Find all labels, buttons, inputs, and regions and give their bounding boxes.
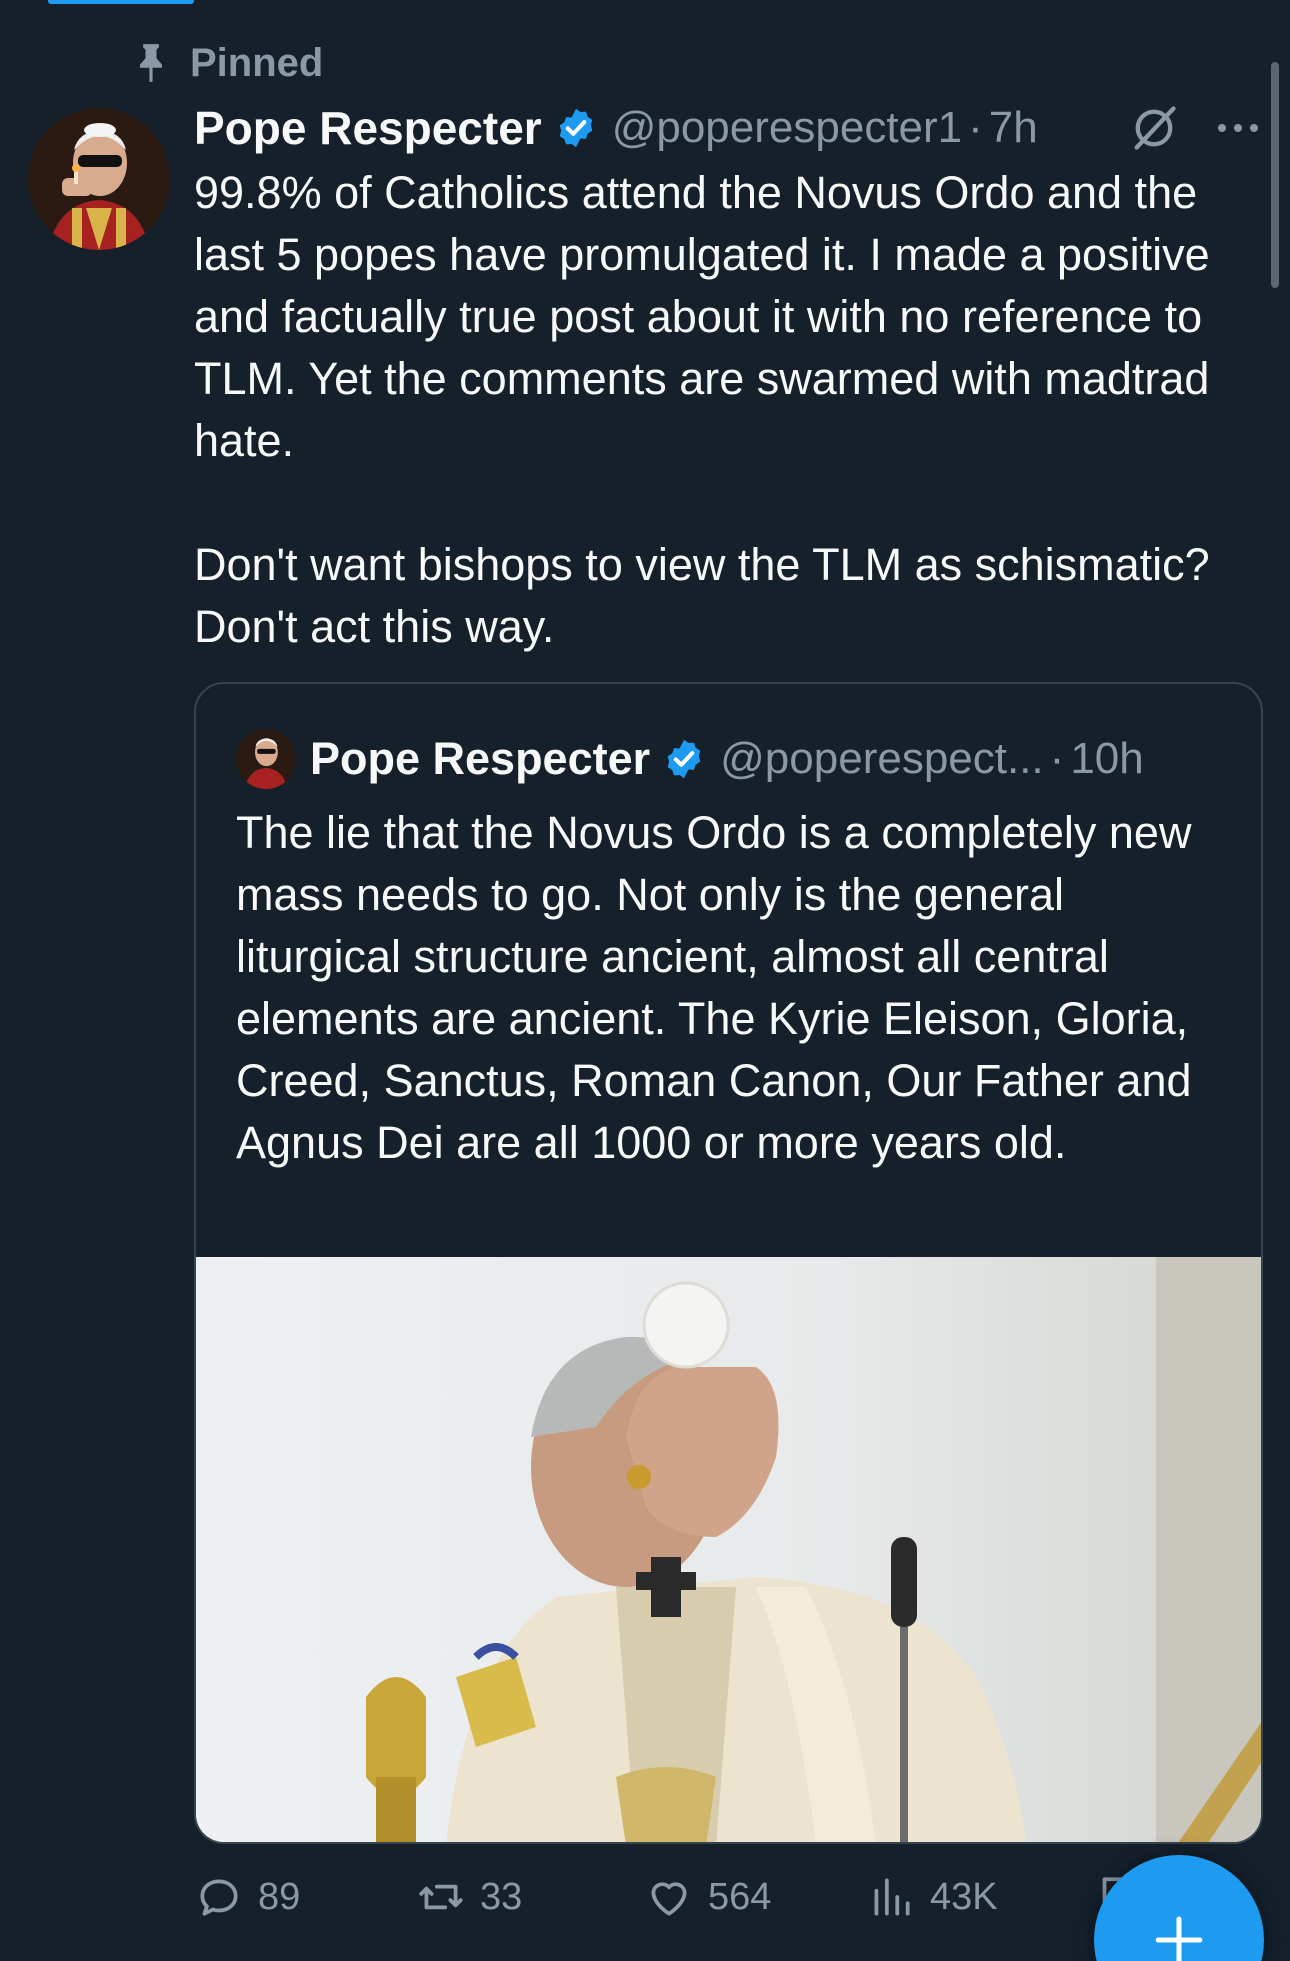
verified-badge-icon	[667, 739, 701, 779]
quote-author-handle: @poperespect...	[720, 734, 1044, 783]
reply-icon	[200, 1879, 238, 1916]
reply-button[interactable]: 89	[194, 1862, 300, 1932]
quote-avatar-image	[236, 729, 296, 789]
like-count: 564	[708, 1875, 772, 1918]
quote-body: The lie that the Novus Ordo is a complet…	[236, 807, 1192, 1168]
author-name[interactable]: Pope Respecter	[194, 101, 542, 155]
pinned-label-row: Pinned	[132, 40, 323, 86]
quote-author-name: Pope Respecter	[310, 733, 651, 784]
pinned-text: Pinned	[190, 40, 324, 85]
repost-button[interactable]: 33	[416, 1862, 522, 1932]
post-paragraph: Don't want bishops to view the TLM as sc…	[194, 539, 1210, 652]
plus-icon	[1155, 1916, 1203, 1961]
quoted-post[interactable]: Pope Respecter @poperespect... · 10h The…	[194, 682, 1263, 1844]
repost-count: 33	[480, 1875, 523, 1918]
views-count: 43K	[930, 1875, 998, 1918]
more-icon[interactable]	[1216, 121, 1260, 135]
quote-media-image[interactable]	[196, 1257, 1263, 1844]
top-tab-indicator	[48, 0, 194, 4]
heart-icon	[651, 1882, 687, 1916]
views-icon	[874, 1878, 910, 1916]
reply-count: 89	[258, 1875, 301, 1918]
author-avatar[interactable]	[28, 108, 170, 250]
views-button[interactable]: 43K	[866, 1862, 998, 1932]
avatar-image	[28, 108, 170, 250]
grok-icon[interactable]	[1128, 102, 1180, 154]
quote-time: 10h	[1070, 734, 1144, 783]
separator-dot: ·	[1049, 734, 1065, 783]
post-header: Pope Respecter @poperespecter1 · 7h	[194, 100, 1260, 156]
post-time[interactable]: 7h	[989, 103, 1038, 153]
repost-icon	[419, 1884, 463, 1910]
post-header-actions	[1128, 100, 1260, 156]
quote-header: Pope Respecter @poperespect... · 10h	[236, 726, 1241, 792]
pin-icon	[140, 44, 162, 82]
scrollbar[interactable]	[1271, 62, 1279, 288]
separator-dot: ·	[968, 103, 983, 152]
post-paragraph: 99.8% of Catholics attend the Novus Ordo…	[194, 167, 1210, 466]
post-body: 99.8% of Catholics attend the Novus Ordo…	[194, 162, 1234, 658]
quote-author-avatar	[236, 729, 296, 789]
verified-badge-icon[interactable]	[554, 106, 598, 150]
like-button[interactable]: 564	[644, 1862, 771, 1932]
author-handle[interactable]: @poperespecter1	[612, 103, 962, 153]
